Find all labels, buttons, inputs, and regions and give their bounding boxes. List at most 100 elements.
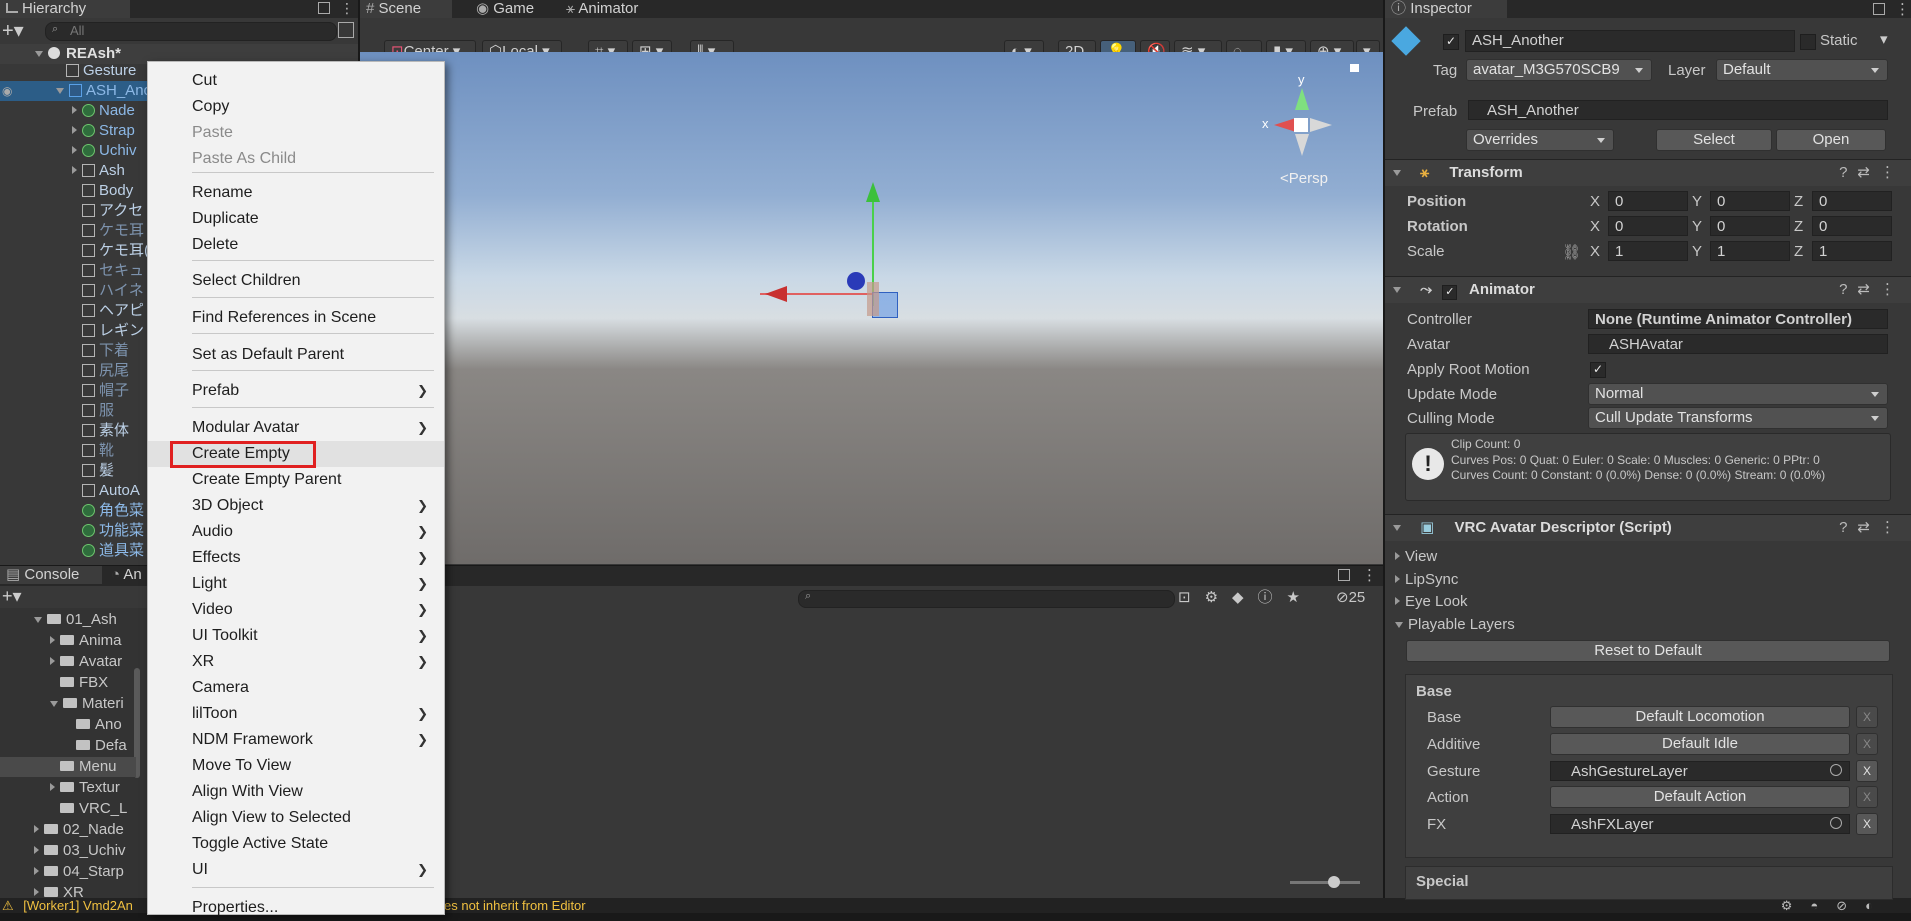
object-picker-icon[interactable] — [1830, 764, 1842, 776]
add-icon[interactable]: +▾ — [2, 18, 24, 43]
project-folder-row[interactable]: Textur — [0, 778, 136, 798]
project-add-icon[interactable]: +▾ — [2, 586, 22, 607]
status-message[interactable]: [Worker1] Vmd2An — [23, 898, 133, 913]
animator-enabled-checkbox[interactable]: ✓ — [1442, 285, 1458, 300]
layer-clear-button[interactable]: X — [1856, 786, 1878, 808]
menu-item-align-view-to-selected[interactable]: Align View to Selected — [148, 805, 444, 831]
transform-rot-x-field[interactable]: 0 — [1608, 216, 1688, 236]
layer-dropdown[interactable]: Default — [1716, 59, 1888, 81]
controller-field[interactable]: None (Runtime Animator Controller) — [1588, 309, 1888, 329]
avatar-field[interactable]: ASHAvatar — [1588, 334, 1888, 354]
menu-item-duplicate[interactable]: Duplicate — [148, 206, 444, 232]
move-gizmo-x-arrow[interactable] — [765, 286, 787, 302]
update-mode-dropdown[interactable]: Normal — [1588, 383, 1888, 405]
gizmo-center-cube[interactable] — [1294, 118, 1308, 132]
menu-item-camera[interactable]: Camera — [148, 675, 444, 701]
expand-arrow-icon[interactable] — [72, 166, 77, 174]
menu-item-properties[interactable]: Properties... — [148, 895, 444, 921]
console-filter-icons[interactable]: ⊡⚙◆ⓘ★ — [1178, 586, 1314, 607]
menu-item-audio[interactable]: Audio ❯ — [148, 519, 444, 545]
menu-item-ui-toolkit[interactable]: UI Toolkit ❯ — [148, 623, 444, 649]
folder-expand-icon[interactable] — [34, 617, 42, 623]
console-search-input[interactable]: ⌕ — [798, 590, 1175, 608]
project-folder-row[interactable]: FBX — [0, 673, 136, 693]
transform-scl-x-field[interactable]: 1 — [1608, 241, 1688, 261]
expand-arrow-icon[interactable] — [72, 106, 77, 114]
menu-item-3d-object[interactable]: 3D Object ❯ — [148, 493, 444, 519]
menu-item-set-as-default-parent[interactable]: Set as Default Parent — [148, 342, 444, 368]
move-gizmo-y-arrow[interactable] — [866, 182, 880, 202]
transform-scl-y-field[interactable]: 1 — [1710, 241, 1790, 261]
active-checkbox[interactable]: ✓ — [1443, 34, 1459, 50]
menu-item-create-empty-parent[interactable]: Create Empty Parent — [148, 467, 444, 493]
menu-item-cut[interactable]: Cut — [148, 68, 444, 94]
folder-expand-icon[interactable] — [34, 846, 39, 854]
transform-header[interactable]: ⚹ Transform ?⇄⋮ — [1385, 159, 1911, 186]
folder-expand-icon[interactable] — [50, 657, 55, 665]
layer-default-button[interactable]: Default Action — [1550, 786, 1850, 808]
project-folder-row[interactable]: Menu — [0, 757, 136, 777]
menu-item-effects[interactable]: Effects ❯ — [148, 545, 444, 571]
layer-default-button[interactable]: Default Idle — [1550, 733, 1850, 755]
component-help-icons[interactable]: ?⇄⋮ — [1839, 160, 1905, 186]
layer-clear-button[interactable]: X — [1856, 706, 1878, 728]
menu-item-copy[interactable]: Copy — [148, 94, 444, 120]
hierarchy-search-input[interactable]: ⌕ All — [45, 22, 337, 41]
overrides-dropdown[interactable]: Overrides — [1466, 129, 1614, 151]
expand-arrow-icon[interactable] — [72, 126, 77, 134]
tab-inspector[interactable]: ⓘ Inspector — [1385, 0, 1507, 18]
menu-item-paste[interactable]: Paste — [148, 120, 444, 146]
layer-controller-field[interactable]: AshFXLayer — [1550, 814, 1850, 834]
project-folder-row[interactable]: Anima — [0, 631, 136, 651]
project-folder-row[interactable]: 04_Starp — [0, 862, 136, 882]
folder-expand-icon[interactable] — [50, 701, 58, 707]
inspector-lock-icon[interactable] — [1873, 3, 1885, 15]
project-folder-row[interactable]: VRC_L — [0, 799, 136, 819]
lock-icon[interactable] — [318, 2, 330, 14]
transform-pos-z-field[interactable]: 0 — [1812, 191, 1892, 211]
transform-rot-z-field[interactable]: 0 — [1812, 216, 1892, 236]
project-folder-row[interactable]: XR — [0, 883, 136, 898]
menu-item-align-with-view[interactable]: Align With View — [148, 779, 444, 805]
transform-scl-z-field[interactable]: 1 — [1812, 241, 1892, 261]
vrc-descriptor-header[interactable]: ▣ VRC Avatar Descriptor (Script) ?⇄⋮ — [1385, 514, 1911, 541]
search-options-icon[interactable] — [338, 22, 354, 38]
menu-item-toggle-active-state[interactable]: Toggle Active State — [148, 831, 444, 857]
avatar-model[interactable] — [867, 282, 879, 316]
animator-header[interactable]: ⤳ ✓ Animator ?⇄⋮ — [1385, 276, 1911, 303]
more-menu-icon[interactable]: ⋮ — [340, 0, 354, 17]
project-folder-row[interactable]: Defa — [0, 736, 136, 756]
folder-expand-icon[interactable] — [34, 825, 39, 833]
prefab-field[interactable]: ASH_Another — [1468, 100, 1888, 120]
menu-item-prefab[interactable]: Prefab ❯ — [148, 378, 444, 404]
tab-hierarchy[interactable]: Hierarchy — [0, 0, 130, 18]
console-lock-icon[interactable] — [1338, 569, 1350, 581]
tab-animator[interactable]: ⚹ Animator — [560, 0, 672, 18]
layer-clear-button[interactable]: X — [1856, 760, 1878, 782]
expand-arrow-icon[interactable] — [56, 88, 64, 94]
project-folder-row[interactable]: 02_Nade — [0, 820, 136, 840]
layer-clear-button[interactable]: X — [1856, 733, 1878, 755]
zoom-slider[interactable] — [1290, 876, 1360, 888]
culling-mode-dropdown[interactable]: Cull Update Transforms — [1588, 407, 1888, 429]
viewport-lock-icon[interactable] — [1350, 64, 1359, 72]
menu-item-paste-as-child[interactable]: Paste As Child — [148, 146, 444, 172]
project-folder-row[interactable]: Ano — [0, 715, 136, 735]
menu-item-light[interactable]: Light ❯ — [148, 571, 444, 597]
menu-item-find-references-in-scene[interactable]: Find References in Scene — [148, 305, 444, 331]
lipsync-foldout[interactable]: LipSync — [1395, 571, 1458, 588]
folder-expand-icon[interactable] — [50, 636, 55, 644]
menu-item-liltoon[interactable]: lilToon ❯ — [148, 701, 444, 727]
scale-link-icon[interactable]: ⛓ — [1562, 243, 1581, 261]
project-folder-row[interactable]: 03_Uchiv — [0, 841, 136, 861]
scene-viewport[interactable]: y x <Persp — [360, 52, 1383, 564]
menu-item-xr[interactable]: XR ❯ — [148, 649, 444, 675]
menu-item-select-children[interactable]: Select Children — [148, 268, 444, 294]
folder-expand-icon[interactable] — [50, 783, 55, 791]
reset-to-default-button[interactable]: Reset to Default — [1406, 640, 1890, 662]
tab-game[interactable]: ◉ Game — [470, 0, 552, 18]
layer-clear-button[interactable]: X — [1856, 813, 1878, 835]
transform-pos-x-field[interactable]: 0 — [1608, 191, 1688, 211]
static-checkbox[interactable] — [1800, 34, 1816, 50]
inspector-more-icon[interactable]: ⋮ — [1895, 0, 1910, 18]
